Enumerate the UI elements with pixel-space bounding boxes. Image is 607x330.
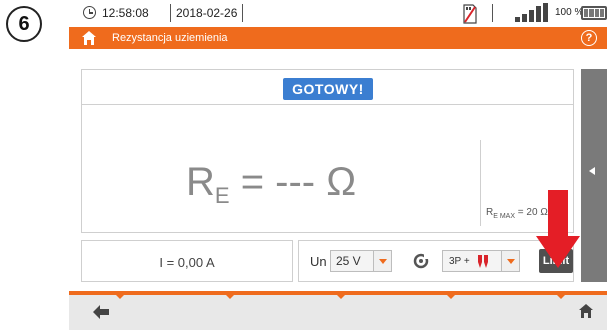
resistance-reading: RE = --- Ω: [186, 160, 356, 209]
voltage-dropdown-button[interactable]: [374, 250, 392, 272]
measurement-panel: GOTOWY! RE = --- Ω RE MAX = 20 Ω: [81, 69, 574, 233]
home-icon[interactable]: [578, 303, 594, 319]
current-readout: I = 0,00 A: [159, 255, 215, 270]
battery-icon: [581, 6, 607, 20]
bar-notch: [557, 295, 565, 299]
annotation-arrow-icon: [536, 190, 580, 268]
status-date: 2018-02-26: [176, 6, 238, 20]
status-separator: [492, 4, 493, 22]
current-readout-box: I = 0,00 A: [81, 240, 293, 282]
signal-icon: [515, 3, 548, 22]
bar-notch: [226, 295, 234, 299]
bar-notch: [337, 295, 345, 299]
settings-box: Un 25 V 3P + Limit: [298, 240, 574, 282]
chevron-down-icon: [506, 258, 515, 264]
title-bar: Rezystancja uziemienia ?: [69, 27, 607, 49]
status-time: 12:58:08: [102, 6, 149, 20]
reading-subscript: E: [214, 183, 230, 208]
method-select[interactable]: 3P +: [442, 250, 502, 272]
bottom-nav-bar: [69, 291, 607, 330]
back-arrow-icon[interactable]: [93, 305, 109, 319]
probe-icon: [478, 255, 488, 268]
clock-icon: [83, 6, 96, 19]
panel-divider: [82, 104, 573, 105]
status-bar: 12:58:08 2018-02-26 100 %: [69, 0, 607, 27]
step-number-badge: 6: [6, 6, 42, 42]
limit-separator: [480, 140, 481, 226]
status-separator: [242, 4, 243, 22]
help-icon[interactable]: ?: [581, 30, 597, 46]
reading-symbol: R: [186, 160, 215, 204]
page-title: Rezystancja uziemienia: [112, 32, 228, 44]
status-separator: [170, 4, 171, 22]
bar-notch: [447, 295, 455, 299]
battery-percent: 100 %: [555, 7, 584, 18]
limit-subscript: E MAX: [493, 213, 516, 220]
method-dropdown-button[interactable]: [502, 250, 520, 272]
method-value: 3P +: [449, 256, 470, 267]
un-label: Un: [310, 254, 327, 269]
side-panel-toggle[interactable]: [581, 69, 607, 282]
bar-notch: [116, 295, 124, 299]
arrow-left-icon: [589, 167, 595, 175]
status-badge: GOTOWY!: [283, 78, 373, 100]
reading-value: = --- Ω: [229, 160, 357, 204]
home-icon[interactable]: [81, 30, 97, 46]
memory-card-icon: [463, 4, 477, 24]
voltage-select[interactable]: 25 V: [330, 250, 374, 272]
clamp-icon[interactable]: [411, 251, 431, 271]
chevron-down-icon: [378, 258, 387, 264]
